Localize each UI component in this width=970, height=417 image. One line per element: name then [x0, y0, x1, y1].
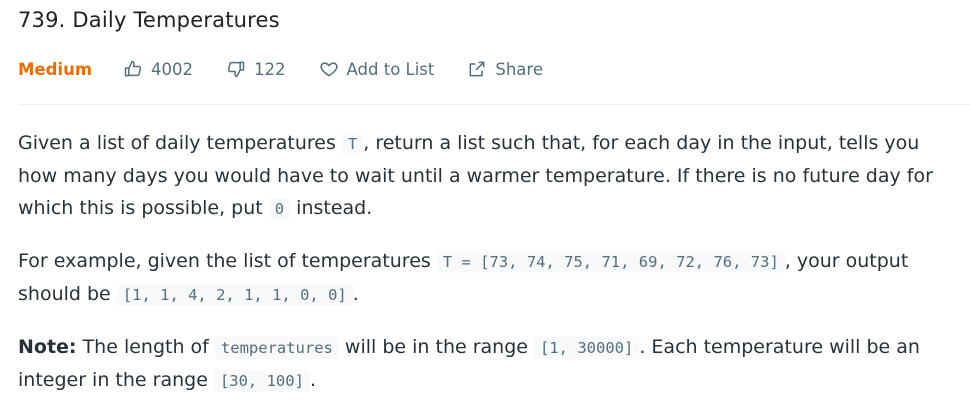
inline-code-zero: 0 — [268, 198, 291, 220]
dislike-count: 122 — [254, 59, 286, 79]
description-paragraph-note: Note: The length of temperatures will be… — [18, 336, 920, 392]
dislike-button[interactable]: 122 — [226, 59, 286, 79]
share-button[interactable]: Share — [467, 59, 543, 79]
inline-code-temperatures: temperatures — [214, 337, 339, 359]
thumbs-down-icon — [226, 59, 246, 79]
problem-meta-bar: Medium 4002 122 Add to List Share — [18, 57, 576, 81]
difficulty-badge: Medium — [18, 59, 93, 79]
inline-code-T: T — [341, 133, 364, 155]
share-label: Share — [495, 59, 543, 79]
description-paragraph-2: For example, given the list of temperatu… — [18, 250, 909, 306]
inline-code-length-range: [1, 30000] — [534, 337, 640, 359]
problem-description: Given a list of daily temperatures T, re… — [18, 127, 953, 417]
inline-code-example-output: [1, 1, 4, 2, 1, 1, 0, 0] — [116, 284, 353, 306]
problem-title: 739. Daily Temperatures — [18, 8, 280, 32]
note-label: Note: — [18, 336, 77, 358]
header-divider — [18, 104, 970, 105]
description-paragraph-1: Given a list of daily temperatures T, re… — [18, 132, 933, 220]
problem-page: 739. Daily Temperatures Medium 4002 122 — [0, 0, 970, 412]
like-button[interactable]: 4002 — [123, 59, 193, 79]
like-count: 4002 — [151, 59, 194, 79]
inline-code-example-input: T = [73, 74, 75, 71, 69, 72, 76, 73] — [436, 251, 785, 273]
add-to-list-button[interactable]: Add to List — [319, 59, 435, 79]
thumbs-up-icon — [123, 59, 143, 79]
inline-code-temp-range: [30, 100] — [213, 370, 310, 392]
heart-icon — [319, 59, 339, 79]
add-to-list-label: Add to List — [346, 59, 435, 79]
share-icon — [467, 59, 487, 79]
